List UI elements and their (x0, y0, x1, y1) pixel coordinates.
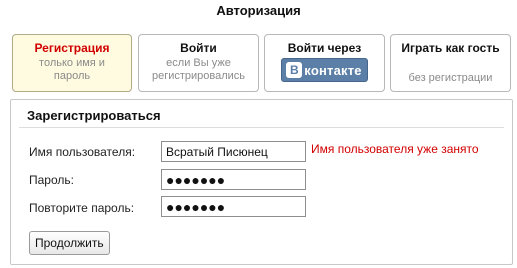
vk-logo-letter: В (286, 62, 303, 78)
tab-registration[interactable]: Регистрация только имя и пароль (12, 34, 132, 92)
continue-button[interactable]: Продолжить (29, 231, 110, 255)
password-label: Пароль: (29, 173, 74, 187)
tab-login-vk-label: Войти через (287, 41, 362, 55)
confirm-password-field[interactable] (161, 196, 306, 217)
username-error-message: Имя пользователя уже занято (311, 142, 479, 156)
registration-form-panel: Зарегистрироваться Имя пользователя: Имя… (10, 99, 513, 265)
username-label: Имя пользователя: (29, 145, 136, 159)
tab-guest[interactable]: Играть как гость без регистрации (390, 34, 511, 92)
tab-login-label: Войти (180, 41, 217, 55)
tab-registration-desc-line2: пароль (53, 70, 91, 82)
vk-logo-text: контакте (304, 62, 362, 78)
tab-login-vk[interactable]: Войти через В контакте (264, 34, 385, 92)
tab-registration-label: Регистрация (34, 41, 110, 55)
form-title: Зарегистрироваться (27, 108, 161, 123)
divider (19, 127, 504, 128)
tab-login-desc-line2: регистрировались (151, 70, 246, 82)
tab-registration-desc-line1: только имя и (39, 57, 105, 69)
vkontakte-logo-icon: В контакте (281, 58, 368, 82)
tab-login[interactable]: Войти если Вы уже регистрировались (138, 34, 259, 92)
confirm-password-label: Повторите пароль: (29, 201, 135, 215)
tab-guest-label: Играть как гость (401, 41, 500, 55)
tab-guest-desc: без регистрации (408, 72, 493, 84)
password-field[interactable] (161, 169, 306, 190)
tab-login-desc-line1: если Вы уже (166, 57, 231, 69)
username-field[interactable] (161, 141, 306, 162)
page-title: Авторизация (216, 3, 301, 18)
